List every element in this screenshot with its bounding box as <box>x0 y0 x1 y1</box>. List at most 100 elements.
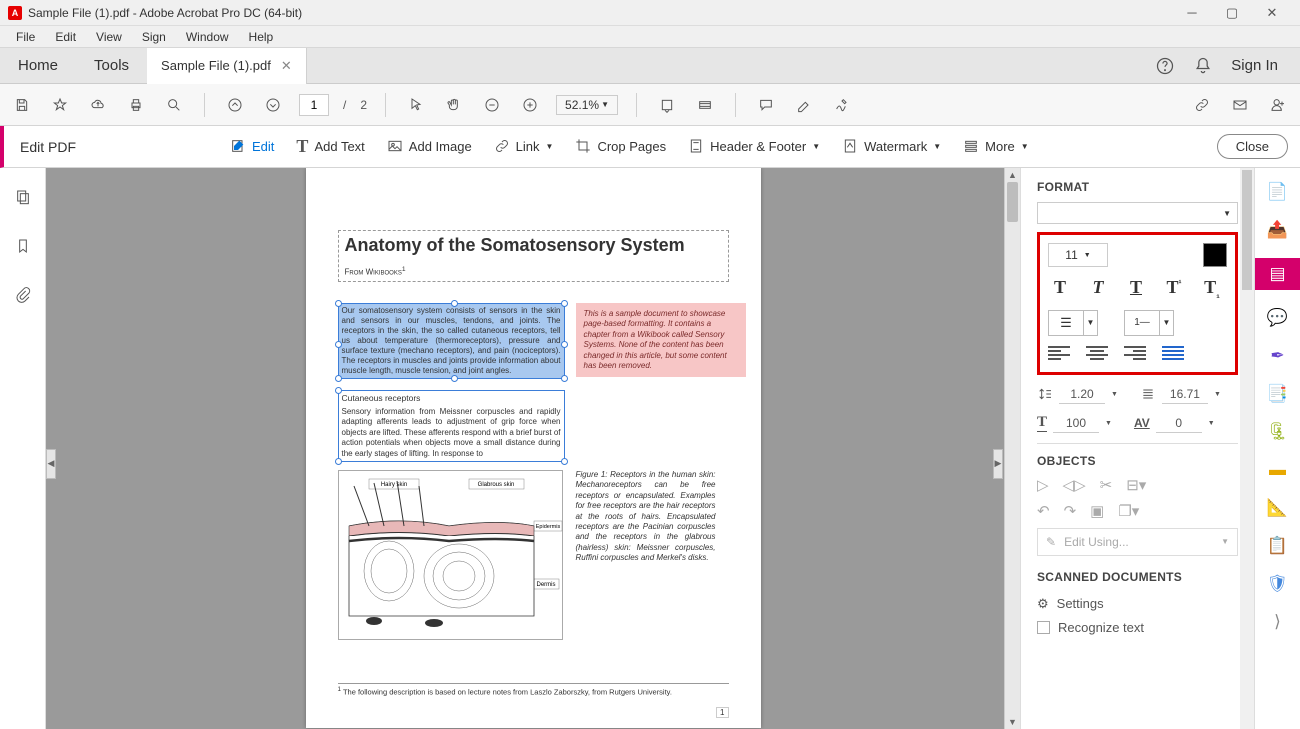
print-icon[interactable] <box>124 91 148 119</box>
compress-icon[interactable]: 🗜 <box>1267 422 1289 442</box>
star-icon[interactable] <box>48 91 72 119</box>
arrange-icon[interactable]: ❐▾ <box>1118 502 1139 520</box>
underline-button[interactable]: T <box>1124 277 1148 300</box>
maximize-button[interactable]: ▢ <box>1212 0 1252 26</box>
attachments-icon[interactable] <box>15 284 31 305</box>
cloud-upload-icon[interactable] <box>86 91 110 119</box>
font-family-dropdown[interactable]: ▼ <box>1037 202 1238 224</box>
link-share-icon[interactable] <box>1190 91 1214 119</box>
line-spacing-input[interactable]: 1.20 <box>1059 385 1105 404</box>
figure-image[interactable]: Hairy skin Glabrous skin Epidermis Dermi… <box>338 470 563 640</box>
tracking-input[interactable]: 0 <box>1156 414 1202 433</box>
edit-button[interactable]: Edit <box>230 138 274 156</box>
bookmarks-icon[interactable] <box>15 235 31 256</box>
add-image-button[interactable]: Add Image <box>387 138 472 156</box>
title-text-frame[interactable]: Anatomy of the Somatosensory System From… <box>338 230 729 282</box>
zoom-level-dropdown[interactable]: 52.1%▼ <box>556 95 618 115</box>
expand-right-icon[interactable]: ▶ <box>993 449 1003 479</box>
zoom-in-icon[interactable] <box>518 91 542 119</box>
sign-rail-icon[interactable]: ✒ <box>1270 346 1284 366</box>
rotate-cw-icon[interactable]: ↷ <box>1064 502 1077 520</box>
email-icon[interactable] <box>1228 91 1252 119</box>
search-icon[interactable] <box>162 91 186 119</box>
pointer-icon[interactable] <box>404 91 428 119</box>
tab-tools[interactable]: Tools <box>76 48 147 84</box>
header-footer-button[interactable]: Header & Footer ▼ <box>688 138 820 156</box>
more-tools-icon[interactable]: ⟩ <box>1274 612 1281 632</box>
align-right-button[interactable] <box>1124 346 1146 364</box>
font-size-dropdown[interactable]: 11▼ <box>1048 243 1108 267</box>
doc-scrollbar[interactable]: ▲ ▼ <box>1004 168 1020 729</box>
settings-row[interactable]: ⚙ Settings <box>1037 592 1238 616</box>
fit-page-icon[interactable] <box>693 91 717 119</box>
hscale-input[interactable]: 100 <box>1053 414 1099 433</box>
share-person-icon[interactable] <box>1266 91 1290 119</box>
hand-icon[interactable] <box>442 91 466 119</box>
link-button[interactable]: Link ▼ <box>494 138 554 156</box>
measure-icon[interactable]: 📐 <box>1267 498 1288 518</box>
highlight-icon[interactable] <box>792 91 816 119</box>
notifications-icon[interactable] <box>1193 55 1213 76</box>
align-obj-icon[interactable]: ⊟▾ <box>1126 476 1146 494</box>
flip-h-icon[interactable]: ▷ <box>1037 476 1049 494</box>
sign-in-link[interactable]: Sign In <box>1231 57 1278 74</box>
organize-icon[interactable]: 📑 <box>1267 384 1288 404</box>
selected-text-frame[interactable]: Our somatosensory system consists of sen… <box>338 303 565 379</box>
zoom-out-icon[interactable] <box>480 91 504 119</box>
page-up-icon[interactable] <box>223 91 247 119</box>
menu-help[interactable]: Help <box>239 28 284 46</box>
menu-edit[interactable]: Edit <box>45 28 86 46</box>
footnote[interactable]: 1 The following description is based on … <box>338 683 729 697</box>
callout-box[interactable]: This is a sample document to showcase pa… <box>576 303 746 377</box>
document-viewport[interactable]: ◀ Anatomy of the Somatosensory System Fr… <box>46 168 1020 729</box>
comment-rail-icon[interactable]: 💬 <box>1267 308 1288 328</box>
close-editbar-button[interactable]: Close <box>1217 134 1288 159</box>
add-text-button[interactable]: T Add Text <box>296 136 364 157</box>
bullet-list-button[interactable]: ☰▼ <box>1048 310 1098 336</box>
menu-view[interactable]: View <box>86 28 132 46</box>
save-icon[interactable] <box>10 91 34 119</box>
tab-home[interactable]: Home <box>0 48 76 84</box>
expand-left-icon[interactable]: ◀ <box>46 449 56 479</box>
italic-button[interactable]: T <box>1086 277 1110 300</box>
minimize-button[interactable]: ─ <box>1172 0 1212 26</box>
more-button[interactable]: More ▼ <box>963 138 1029 156</box>
export-pdf-icon[interactable]: 📤 <box>1267 220 1288 240</box>
align-left-button[interactable] <box>1048 346 1070 364</box>
sign-icon[interactable] <box>830 91 854 119</box>
numbered-list-button[interactable]: 1—▼ <box>1124 310 1174 336</box>
create-pdf-icon[interactable]: 📄 <box>1267 182 1288 202</box>
checkbox-icon[interactable] <box>1037 621 1050 634</box>
watermark-button[interactable]: Watermark ▼ <box>842 138 941 156</box>
page-number-input[interactable] <box>299 94 329 116</box>
align-justify-button[interactable] <box>1162 346 1184 364</box>
superscript-button[interactable]: T¹ <box>1162 277 1186 300</box>
color-swatch[interactable] <box>1203 243 1227 267</box>
prepare-form-icon[interactable]: 📋 <box>1267 536 1288 556</box>
fit-width-icon[interactable] <box>655 91 679 119</box>
crop-obj-icon[interactable]: ✂ <box>1100 476 1113 494</box>
edit-pdf-rail-icon[interactable]: ▤ <box>1255 258 1300 290</box>
thumbnails-icon[interactable] <box>15 186 31 207</box>
figure-caption[interactable]: Figure 1: Receptors in the human skin: M… <box>576 470 716 564</box>
panel-scrollbar[interactable]: ▲ <box>1240 168 1254 729</box>
redact-icon[interactable]: ▬ <box>1269 460 1286 480</box>
edit-using-dropdown[interactable]: ✎ Edit Using... ▼ <box>1037 528 1238 556</box>
recognize-row[interactable]: Recognize text <box>1037 616 1238 639</box>
menu-window[interactable]: Window <box>176 28 239 46</box>
rotate-ccw-icon[interactable]: ↶ <box>1037 502 1050 520</box>
para2-text-frame[interactable]: Cutaneous receptors Sensory information … <box>338 390 565 462</box>
comment-icon[interactable] <box>754 91 778 119</box>
close-window-button[interactable]: ✕ <box>1252 0 1292 26</box>
help-icon[interactable] <box>1155 55 1175 76</box>
bold-button[interactable]: T <box>1048 277 1072 300</box>
menu-sign[interactable]: Sign <box>132 28 176 46</box>
replace-image-icon[interactable]: ▣ <box>1090 502 1104 520</box>
crop-button[interactable]: Crop Pages <box>575 138 666 156</box>
tab-document[interactable]: Sample File (1).pdf ✕ <box>147 48 307 84</box>
subscript-button[interactable]: T₁ <box>1200 277 1224 300</box>
tab-close-icon[interactable]: ✕ <box>281 58 292 74</box>
page-down-icon[interactable] <box>261 91 285 119</box>
protect-icon[interactable]: 🛡 <box>1267 574 1289 594</box>
menu-file[interactable]: File <box>6 28 45 46</box>
